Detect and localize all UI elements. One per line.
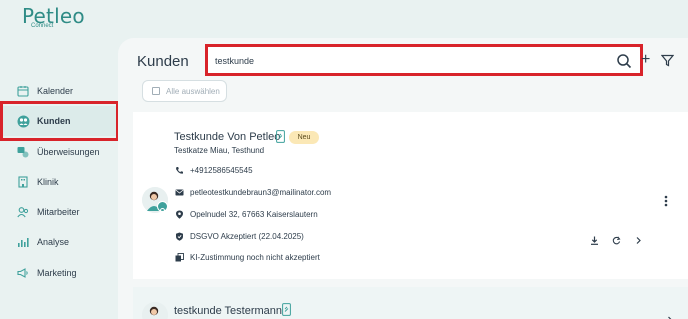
customer-phone: +4912586545545 <box>190 166 253 175</box>
select-all-label: Alle auswählen <box>166 86 220 96</box>
search-value: testkunde <box>215 56 255 66</box>
search-icon[interactable] <box>616 53 632 69</box>
customer-phone-row: +4912586545545 <box>175 166 253 175</box>
select-all-button[interactable]: Alle auswählen <box>142 80 227 102</box>
customer-address-row: Opelnudel 32, 67663 Kaiserslautern <box>175 210 318 219</box>
select-all-checkbox[interactable] <box>152 87 160 95</box>
download-icon[interactable] <box>590 232 599 245</box>
location-pin-icon <box>175 210 184 219</box>
search-input[interactable]: testkunde <box>206 47 640 75</box>
customer-gdpr-status: DSGVO Akzeptiert (22.04.2025) <box>190 232 304 241</box>
sidebar-item-label: Klinik <box>37 177 59 187</box>
verified-icon <box>157 201 168 213</box>
customer-gdpr-row: DSGVO Akzeptiert (22.04.2025) <box>175 232 304 241</box>
add-customer-button[interactable]: + <box>641 52 650 68</box>
customer-name[interactable]: Testkunde Von Petleo <box>174 131 280 143</box>
customer-ai-consent-row: KI-Zustimmung noch nicht akzeptiert <box>175 253 320 262</box>
calendar-icon <box>16 84 30 98</box>
document-icon <box>282 303 291 316</box>
building-icon <box>16 175 30 189</box>
referral-icon <box>16 145 30 159</box>
chevron-right-icon[interactable] <box>634 232 643 244</box>
bar-chart-icon <box>16 235 30 249</box>
sidebar-item-label: Kalender <box>37 86 74 96</box>
sidebar-item-analyse[interactable]: Analyse <box>0 227 118 257</box>
refresh-icon[interactable] <box>612 232 621 245</box>
filter-icon[interactable] <box>660 54 675 68</box>
customer-ai-consent: KI-Zustimmung noch nicht akzeptiert <box>190 253 320 262</box>
customers-icon <box>16 114 30 128</box>
sidebar-item-mitarbeiter[interactable]: Mitarbeiter <box>0 197 118 227</box>
sidebar-item-kunden[interactable]: Kunden <box>0 106 118 136</box>
staff-icon <box>16 205 30 219</box>
status-badge: Neu <box>289 131 319 144</box>
megaphone-icon <box>16 266 30 280</box>
sidebar-item-label: Mitarbeiter <box>37 207 80 217</box>
chevron-right-icon[interactable] <box>666 311 674 319</box>
sidebar-item-kalender[interactable]: Kalender <box>0 76 118 106</box>
more-options-icon[interactable] <box>664 194 668 207</box>
customer-name[interactable]: testkunde Testermann <box>174 305 282 317</box>
mail-icon <box>175 188 184 197</box>
copy-icon <box>175 253 184 262</box>
customer-pets: Testkatze Miau, Testhund <box>174 146 265 155</box>
page-title: Kunden <box>137 53 189 70</box>
sidebar-item-klinik[interactable]: Klinik <box>0 167 118 197</box>
customer-address: Opelnudel 32, 67663 Kaiserslautern <box>190 210 318 219</box>
customer-email[interactable]: petleotestkundebraun3@mailinator.com <box>190 188 331 197</box>
document-icon <box>276 130 285 143</box>
shield-check-icon <box>175 232 184 241</box>
sidebar-item-ueberweisungen[interactable]: Überweisungen <box>0 137 118 167</box>
avatar <box>142 302 168 319</box>
sidebar-item-label: Analyse <box>37 237 70 247</box>
logo-subtitle: Connect <box>31 23 54 29</box>
phone-icon <box>175 166 184 175</box>
sidebar-item-marketing[interactable]: Marketing <box>0 258 118 288</box>
sidebar-item-label: Kunden <box>37 116 71 126</box>
customer-email-row: petleotestkundebraun3@mailinator.com <box>175 188 331 197</box>
sidebar-item-label: Überweisungen <box>37 147 100 157</box>
sidebar: Petleo Connect Kalender Kunden Überweisu… <box>0 0 120 319</box>
sidebar-item-label: Marketing <box>37 268 77 278</box>
